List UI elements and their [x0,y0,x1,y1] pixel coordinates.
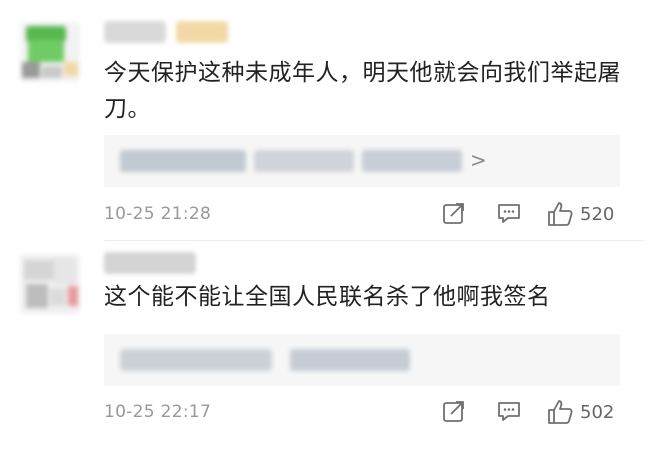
comment-button[interactable] [496,398,522,424]
timestamp: 10-25 21:28 [104,204,212,224]
like-button[interactable]: 502 [546,398,614,426]
share-icon [443,203,464,224]
avatar[interactable] [20,22,80,82]
share-icon [443,401,464,422]
like-count: 520 [580,203,615,225]
reply-text [290,349,410,371]
reply-text [362,150,462,172]
share-button[interactable] [441,398,467,424]
reply-text [120,349,272,371]
reply-preview[interactable]: > [104,135,620,187]
thumbs-up-icon [548,202,573,226]
avatar[interactable] [20,254,80,314]
comment-icon [498,204,520,223]
like-button[interactable]: 520 [546,200,614,228]
username[interactable] [104,21,166,43]
user-badge [176,21,228,43]
comment-item: 今天保护这种未成年人，明天他就会向我们举起屠刀。 > 10-25 21:28 5… [0,0,660,240]
comment-button[interactable] [496,200,522,226]
comment-item: 这个能不能让全国人民联名杀了他啊我签名 10-25 22:17 502 [0,240,660,457]
share-button[interactable] [441,200,467,226]
username[interactable] [104,252,196,274]
timestamp: 10-25 22:17 [104,402,212,422]
thumbs-up-icon [548,400,573,424]
like-count: 502 [580,401,615,423]
reply-text [254,150,354,172]
chevron-right-icon: > [470,148,487,172]
comment-text: 今天保护这种未成年人，明天他就会向我们举起屠刀。 [104,60,621,122]
comment-icon [498,402,520,421]
comment-text: 这个能不能让全国人民联名杀了他啊我签名 [104,284,551,310]
reply-text [120,150,246,172]
reply-preview[interactable] [104,334,620,386]
